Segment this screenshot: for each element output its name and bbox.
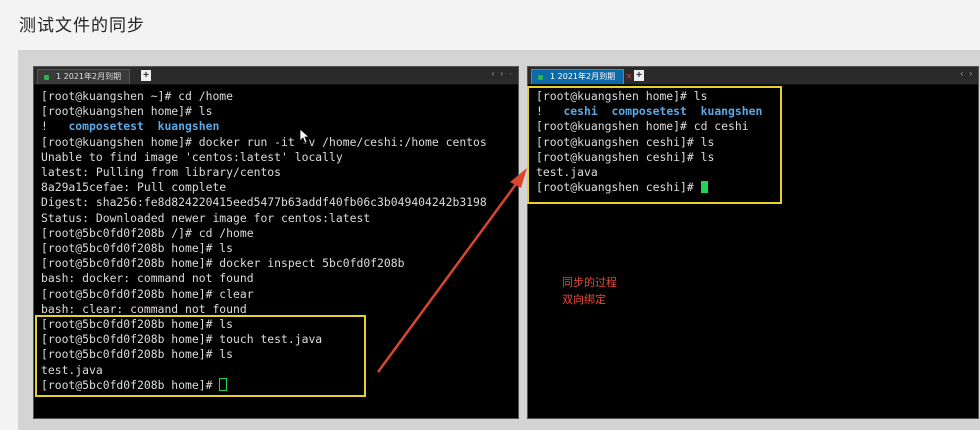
terminal-line: test.java — [536, 165, 978, 180]
right-session-tab[interactable]: 1 2021年2月到期 × — [531, 69, 633, 84]
terminal-line: Status: Downloaded newer image for cento… — [41, 211, 518, 226]
terminal-line: Unable to find image 'centos:latest' loc… — [41, 150, 518, 165]
terminal-line: test.java — [41, 363, 518, 378]
terminal-cursor — [700, 181, 708, 194]
terminal-line: [root@kuangshen ceshi]# ls — [536, 135, 978, 150]
terminal-text: [root@5bc0fd0f208b home]# ls — [41, 317, 234, 332]
terminal-text: [root@kuangshen ceshi]# ls — [536, 134, 715, 149]
close-tab-icon[interactable]: × — [625, 70, 633, 84]
terminal-line: [root@5bc0fd0f208b home]# ls — [41, 347, 518, 362]
new-tab-icon[interactable]: + — [634, 70, 644, 81]
terminal-text: [root@5bc0fd0f208b home]# ls — [41, 347, 234, 362]
terminal-text: [root@5bc0fd0f208b home]# touch test.jav… — [41, 332, 323, 347]
terminal-text: [root@5bc0fd0f208b home]# — [41, 377, 220, 392]
terminal-line: [root@kuangshen home]# ls — [41, 104, 518, 119]
terminal-text: [root@kuangshen ~]# cd /home — [41, 89, 234, 103]
directory-name: composetest — [68, 119, 144, 134]
terminal-text: [root@kuangshen ceshi]# — [536, 180, 701, 195]
terminal-line: ! composetest kuangshen — [41, 119, 518, 134]
directory-name: ceshi — [563, 104, 598, 119]
terminal-line: [root@kuangshen home]# docker run -it -v… — [41, 135, 518, 150]
directory-name: kuangshen — [157, 119, 220, 134]
directory-name: composetest — [611, 104, 687, 119]
terminal-line: [root@kuangshen ~]# cd /home — [41, 89, 518, 104]
terminal-line: [root@5bc0fd0f208b home]# ls — [41, 317, 518, 332]
terminal-text: [root@kuangshen home]# docker run -it -v… — [41, 134, 487, 149]
terminal-text: [root@5bc0fd0f208b home]# clear — [41, 286, 254, 301]
terminal-text: [root@kuangshen ceshi]# ls — [536, 149, 715, 164]
annotation-note: 同步的过程 双向绑定 — [562, 274, 617, 308]
annotation-line-1: 同步的过程 — [562, 276, 617, 289]
terminal-line: [root@5bc0fd0f208b home]# ls — [41, 241, 518, 256]
terminal-line: [root@5bc0fd0f208b home]# docker inspect… — [41, 256, 518, 271]
terminal-text: [root@5bc0fd0f208b home]# ls — [41, 241, 234, 256]
terminal-line: [root@kuangshen ceshi]# — [536, 180, 978, 195]
terminal-line: ! ceshi composetest kuangshen — [536, 104, 978, 119]
left-tab-bar: 1 2021年2月到期 + ‹ › · — [34, 67, 518, 85]
tab-nav-arrows-icon[interactable]: ‹ › — [960, 69, 974, 78]
terminal-text: [root@kuangshen home]# cd ceshi — [536, 119, 749, 134]
tab-nav-arrows-icon[interactable]: ‹ › · — [492, 69, 514, 78]
terminal-text: test.java — [41, 362, 103, 377]
terminal-line: [root@kuangshen ceshi]# ls — [536, 150, 978, 165]
terminal-text: ! — [41, 119, 69, 134]
terminal-line: Digest: sha256:fe8d824220415eed5477b63ad… — [41, 195, 518, 210]
terminal-text: bash: clear: command not found — [41, 301, 247, 316]
terminal-text: [root@5bc0fd0f208b home]# docker inspect… — [41, 256, 405, 271]
new-tab-icon[interactable]: + — [141, 70, 151, 81]
terminal-text: [root@kuangshen home]# ls — [536, 89, 708, 103]
left-tab-label: 1 2021年2月到期 — [56, 72, 122, 81]
right-terminal-pane[interactable]: 1 2021年2月到期 × + ‹ › [root@kuangshen home… — [527, 66, 979, 419]
terminal-text: Status: Downloaded newer image for cento… — [41, 210, 371, 225]
left-session-tab[interactable]: 1 2021年2月到期 — [37, 69, 131, 84]
terminal-text: [root@5bc0fd0f208b /]# cd /home — [41, 225, 254, 240]
terminal-text: Digest: sha256:fe8d824220415eed5477b63ad… — [41, 195, 487, 210]
terminal-line: [root@5bc0fd0f208b home]# touch test.jav… — [41, 332, 518, 347]
left-terminal-pane[interactable]: 1 2021年2月到期 + ‹ › · [root@kuangshen ~]# … — [33, 66, 519, 419]
left-terminal-output[interactable]: [root@kuangshen ~]# cd /home [root@kuangs… — [41, 89, 518, 393]
terminal-text: [root@kuangshen home]# ls — [41, 104, 213, 119]
terminal-line: [root@kuangshen home]# cd ceshi — [536, 119, 978, 134]
terminal-text: 8a29a15cefae: Pull complete — [41, 180, 227, 195]
terminal-text: Unable to find image 'centos:latest' loc… — [41, 149, 343, 164]
terminal-line: latest: Pulling from library/centos — [41, 165, 518, 180]
mouse-pointer-icon — [299, 128, 311, 144]
terminal-line: [root@kuangshen home]# ls — [536, 89, 978, 104]
right-tab-bar: 1 2021年2月到期 × + ‹ › — [528, 67, 978, 85]
annotation-line-2: 双向绑定 — [562, 293, 606, 306]
terminal-line: bash: docker: command not found — [41, 271, 518, 286]
terminal-line: [root@5bc0fd0f208b /]# cd /home — [41, 226, 518, 241]
right-tab-label: 1 2021年2月到期 — [550, 72, 616, 81]
page-title: 测试文件的同步 — [19, 16, 145, 36]
session-status-icon — [538, 75, 543, 80]
terminal-line: [root@5bc0fd0f208b home]# clear — [41, 287, 518, 302]
session-status-icon — [44, 75, 49, 80]
directory-name: kuangshen — [700, 104, 763, 119]
terminal-cursor — [219, 377, 228, 391]
terminal-line: bash: clear: command not found — [41, 302, 518, 317]
terminal-text: test.java — [536, 165, 598, 180]
terminal-text: bash: docker: command not found — [41, 271, 254, 286]
terminal-text: latest: Pulling from library/centos — [41, 165, 282, 180]
terminal-line: [root@5bc0fd0f208b home]# — [41, 377, 518, 393]
terminal-text: ! — [536, 104, 564, 119]
right-terminal-output[interactable]: [root@kuangshen home]# ls! ceshi compose… — [536, 89, 978, 195]
terminal-line: 8a29a15cefae: Pull complete — [41, 180, 518, 195]
